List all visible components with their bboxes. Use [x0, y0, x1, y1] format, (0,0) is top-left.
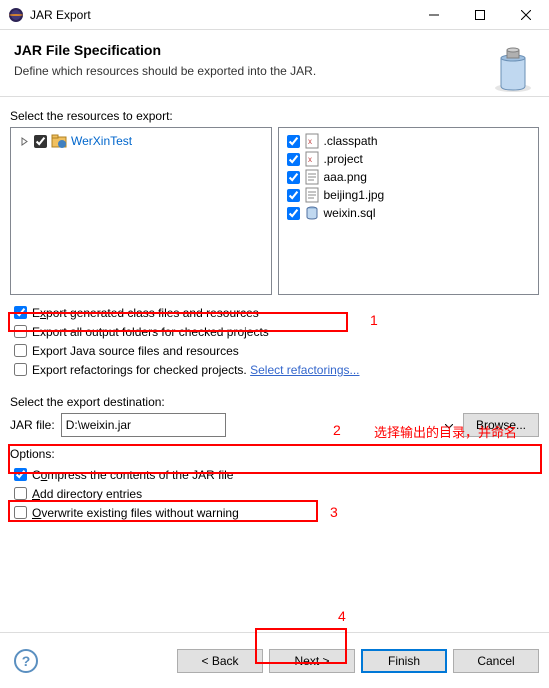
help-button[interactable]: ?: [14, 649, 38, 673]
file-name: .classpath: [324, 134, 378, 148]
cancel-button[interactable]: Cancel: [453, 649, 539, 673]
browse-button[interactable]: Browse...: [463, 413, 539, 437]
file-name: beijing1.jpg: [324, 188, 385, 202]
export-classes-option[interactable]: Export generated class files and resourc…: [10, 303, 539, 322]
file-icon: x: [304, 133, 320, 149]
file-checkbox[interactable]: [287, 171, 300, 184]
file-list-pane[interactable]: x .classpath x .project aaa.png beijing1.jpg w…: [278, 127, 540, 295]
export-output-label: Export all output folders for checked pr…: [32, 325, 269, 339]
back-button[interactable]: < Back: [177, 649, 263, 673]
file-item[interactable]: x .classpath: [283, 132, 535, 150]
project-tree-pane[interactable]: WerXinTest: [10, 127, 272, 295]
close-button[interactable]: [503, 0, 549, 30]
project-checkbox[interactable]: [34, 135, 47, 148]
page-subtitle: Define which resources should be exporte…: [14, 64, 535, 78]
wizard-header: JAR File Specification Define which reso…: [0, 30, 549, 97]
annotation-4: 4: [338, 608, 346, 624]
compress-option[interactable]: Compress the contents of the JAR file: [10, 465, 539, 484]
wizard-footer: ? < Back Next > Finish Cancel: [0, 632, 549, 688]
window-title: JAR Export: [30, 8, 411, 22]
export-classes-checkbox[interactable]: [14, 306, 27, 319]
options-group-label: Options:: [10, 447, 539, 461]
add-directory-checkbox[interactable]: [14, 487, 27, 500]
overwrite-label: Overwrite existing files without warning: [32, 506, 239, 520]
export-source-checkbox[interactable]: [14, 344, 27, 357]
expand-icon[interactable]: [19, 136, 30, 147]
file-checkbox[interactable]: [287, 135, 300, 148]
destination-label: Select the export destination:: [10, 395, 539, 409]
svg-text:x: x: [308, 155, 312, 164]
export-source-label: Export Java source files and resources: [32, 344, 239, 358]
file-icon: [304, 205, 320, 221]
project-name: WerXinTest: [71, 134, 132, 148]
file-icon: x: [304, 151, 320, 167]
add-directory-label: Add directory entries: [32, 487, 142, 501]
export-source-option[interactable]: Export Java source files and resources: [10, 341, 539, 360]
add-directory-option[interactable]: Add directory entries: [10, 484, 539, 503]
jar-file-label: JAR file:: [10, 418, 55, 432]
svg-text:x: x: [308, 137, 312, 146]
export-output-option[interactable]: Export all output folders for checked pr…: [10, 322, 539, 341]
export-refactorings-checkbox[interactable]: [14, 363, 27, 376]
titlebar: JAR Export: [0, 0, 549, 30]
file-icon: [304, 169, 320, 185]
overwrite-option[interactable]: Overwrite existing files without warning: [10, 503, 539, 522]
overwrite-checkbox[interactable]: [14, 506, 27, 519]
export-refactorings-option[interactable]: Export refactorings for checked projects…: [10, 360, 539, 379]
export-output-checkbox[interactable]: [14, 325, 27, 338]
file-checkbox[interactable]: [287, 207, 300, 220]
export-refactorings-label: Export refactorings for checked projects…: [32, 363, 247, 377]
file-item[interactable]: x .project: [283, 150, 535, 168]
file-checkbox[interactable]: [287, 153, 300, 166]
file-name: .project: [324, 152, 363, 166]
file-item[interactable]: weixin.sql: [283, 204, 535, 222]
page-title: JAR File Specification: [14, 42, 535, 58]
maximize-button[interactable]: [457, 0, 503, 30]
export-classes-label: Export generated class files and resourc…: [32, 306, 259, 320]
file-item[interactable]: beijing1.jpg: [283, 186, 535, 204]
select-refactorings-link[interactable]: Select refactorings...: [250, 363, 359, 377]
compress-checkbox[interactable]: [14, 468, 27, 481]
resources-label: Select the resources to export:: [10, 109, 539, 123]
file-item[interactable]: aaa.png: [283, 168, 535, 186]
file-icon: [304, 187, 320, 203]
jar-icon: [489, 40, 537, 94]
minimize-button[interactable]: [411, 0, 457, 30]
compress-label: Compress the contents of the JAR file: [32, 468, 233, 482]
next-button[interactable]: Next >: [269, 649, 355, 673]
finish-button[interactable]: Finish: [361, 649, 447, 673]
file-name: aaa.png: [324, 170, 367, 184]
tree-project-item[interactable]: WerXinTest: [15, 132, 267, 150]
project-icon: [51, 133, 67, 149]
eclipse-icon: [8, 7, 24, 23]
chevron-down-icon: [445, 418, 453, 432]
file-name: weixin.sql: [324, 206, 376, 220]
jar-file-input[interactable]: [61, 413, 226, 437]
file-checkbox[interactable]: [287, 189, 300, 202]
